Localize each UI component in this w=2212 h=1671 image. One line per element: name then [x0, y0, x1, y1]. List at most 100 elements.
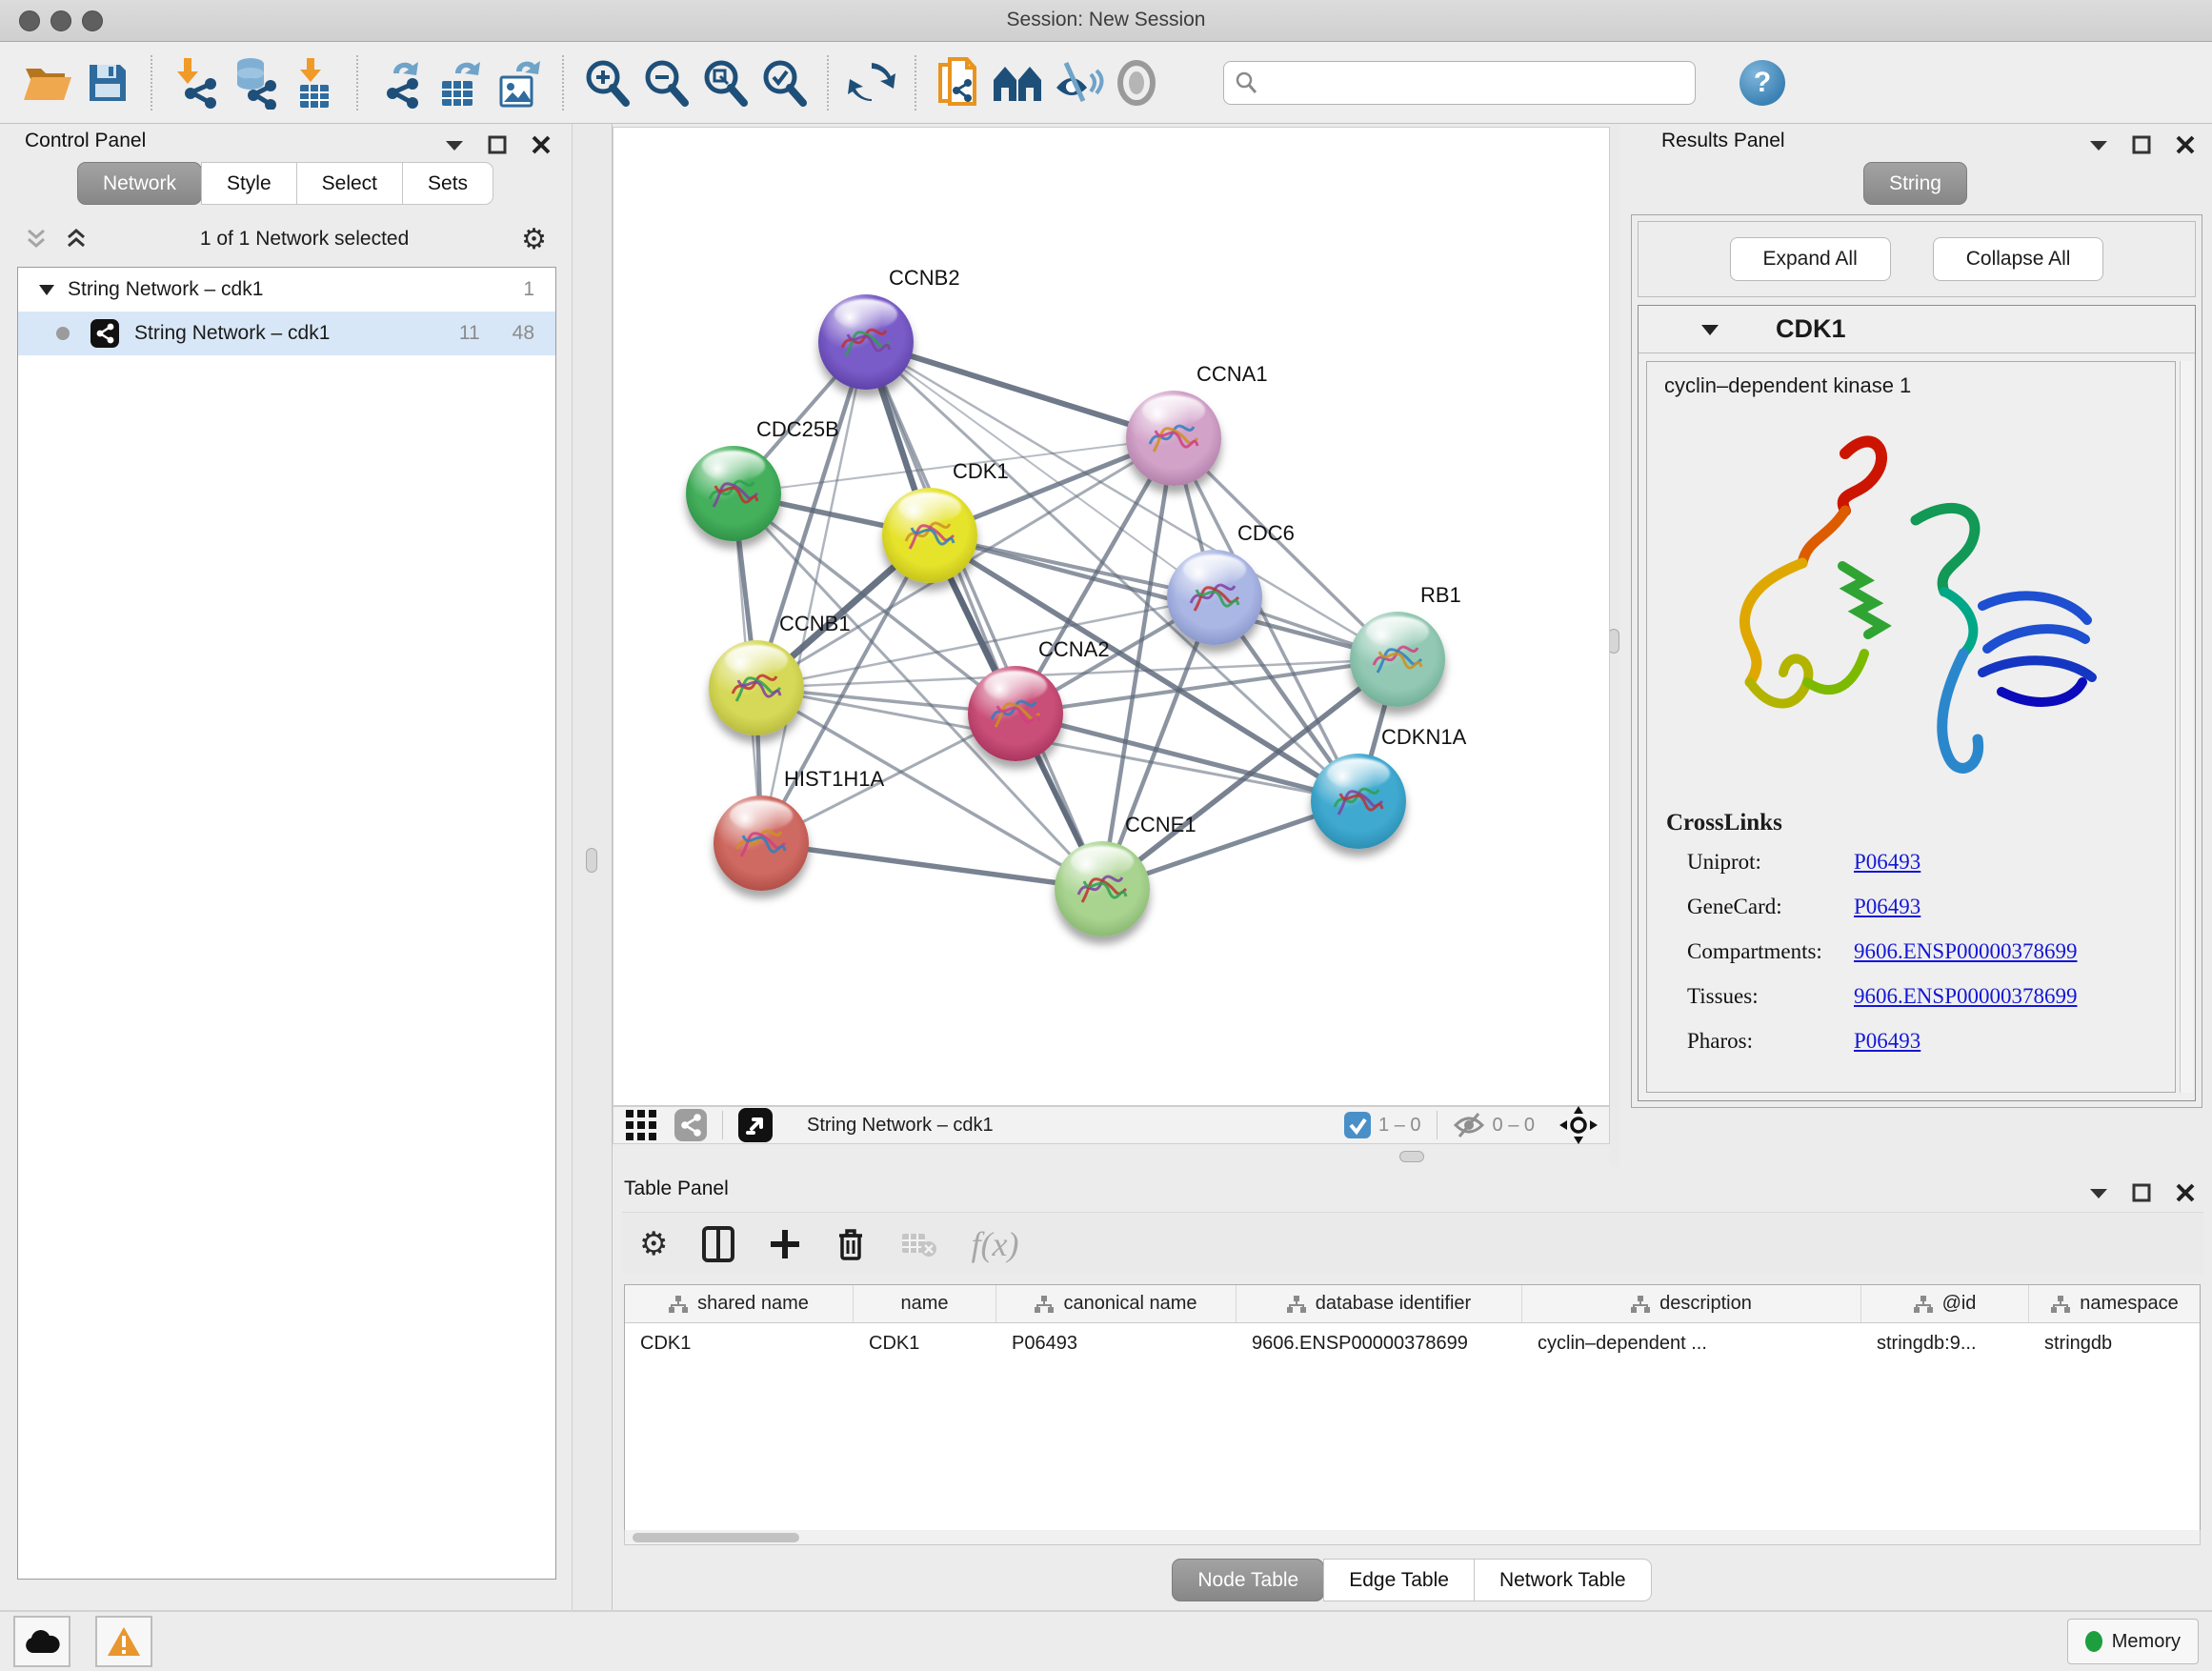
import-table-button[interactable]: [284, 53, 343, 112]
tab-network-table[interactable]: Network Table: [1474, 1559, 1652, 1601]
panel-caret-icon[interactable]: [2090, 139, 2107, 151]
copy-document-button[interactable]: [930, 53, 989, 112]
uniprot-link[interactable]: P06493: [1854, 850, 1920, 875]
close-panel-icon[interactable]: [2176, 1183, 2195, 1202]
column-header-namespace[interactable]: namespace: [2029, 1285, 2201, 1322]
string-view-icon[interactable]: [674, 1109, 707, 1141]
collapse-all-button[interactable]: Collapse All: [1933, 237, 2104, 281]
network-node-CDK1[interactable]: [882, 488, 977, 583]
tab-select[interactable]: Select: [296, 162, 403, 205]
column-header-description[interactable]: description: [1522, 1285, 1861, 1322]
column-header-database-identifier[interactable]: database identifier: [1237, 1285, 1522, 1322]
add-column-icon[interactable]: [769, 1228, 801, 1260]
help-button[interactable]: ?: [1739, 60, 1785, 106]
panel-caret-icon[interactable]: [2090, 1187, 2107, 1198]
tab-node-table[interactable]: Node Table: [1172, 1559, 1324, 1601]
gene-expander-icon[interactable]: [1701, 324, 1719, 335]
splitter-handle[interactable]: [586, 848, 597, 873]
float-panel-icon[interactable]: [488, 135, 507, 154]
tab-style[interactable]: Style: [201, 162, 297, 205]
hide-details-button[interactable]: [1048, 53, 1107, 112]
selected-checkbox-icon[interactable]: [1344, 1112, 1371, 1138]
horizontal-splitter-handle[interactable]: [1399, 1151, 1424, 1162]
table-cell[interactable]: P06493: [996, 1323, 1237, 1363]
search-input[interactable]: [1258, 70, 1685, 94]
table-row[interactable]: CDK1CDK1P064939606.ENSP00000378699cyclin…: [625, 1323, 2200, 1363]
show-eye-button[interactable]: [1107, 53, 1166, 112]
column-header--id[interactable]: @id: [1861, 1285, 2029, 1322]
collapse-all-icon[interactable]: [25, 229, 48, 250]
network-node-CDC25B[interactable]: [686, 446, 781, 541]
genecard-link[interactable]: P06493: [1854, 895, 1920, 919]
zoom-in-button[interactable]: [577, 53, 636, 112]
float-panel-icon[interactable]: [2132, 135, 2151, 154]
network-node-CCNA2[interactable]: [968, 666, 1063, 761]
panel-caret-icon[interactable]: [446, 139, 463, 151]
network-row[interactable]: String Network – cdk1 11 48: [18, 312, 555, 355]
delete-column-icon[interactable]: [835, 1226, 866, 1262]
network-node-CDKN1A[interactable]: [1311, 754, 1406, 849]
column-header-name[interactable]: name: [854, 1285, 996, 1322]
table-cell[interactable]: CDK1: [854, 1323, 996, 1363]
tab-edge-table[interactable]: Edge Table: [1323, 1559, 1475, 1601]
tissues-link[interactable]: 9606.ENSP00000378699: [1854, 984, 2078, 1009]
cloud-status-button[interactable]: [13, 1616, 70, 1667]
grid-view-icon[interactable]: [625, 1109, 657, 1141]
warnings-button[interactable]: [95, 1616, 152, 1667]
pharos-link[interactable]: P06493: [1854, 1029, 1920, 1054]
results-scrollbar[interactable]: [2180, 361, 2193, 1093]
network-options-gear-icon[interactable]: ⚙: [521, 223, 547, 256]
table-options-gear-icon[interactable]: ⚙: [639, 1225, 668, 1263]
network-overview-button[interactable]: [989, 53, 1048, 112]
column-header-shared-name[interactable]: shared name: [625, 1285, 854, 1322]
tree-expander-icon[interactable]: [39, 285, 54, 295]
compartments-link[interactable]: 9606.ENSP00000378699: [1854, 939, 2078, 964]
network-node-CDC6[interactable]: [1167, 550, 1262, 645]
export-image-button[interactable]: [490, 53, 549, 112]
save-session-button[interactable]: [78, 53, 137, 112]
hidden-eye-icon[interactable]: [1453, 1111, 1485, 1139]
table-cell[interactable]: cyclin–dependent ...: [1522, 1323, 1861, 1363]
show-columns-icon[interactable]: [702, 1226, 734, 1262]
network-node-CCNE1[interactable]: [1055, 841, 1150, 936]
network-node-RB1[interactable]: [1350, 612, 1445, 707]
gene-header-row[interactable]: CDK1: [1639, 306, 2195, 353]
zoom-out-button[interactable]: [636, 53, 695, 112]
table-cell[interactable]: 9606.ENSP00000378699: [1237, 1323, 1522, 1363]
export-table-button[interactable]: [431, 53, 490, 112]
network-edge-HIST1H1A-CCNE1[interactable]: [761, 843, 1102, 889]
expand-all-icon[interactable]: [65, 229, 88, 250]
network-canvas[interactable]: CCNB2CCNA1CDC25BCDK1CDC6RB1CCNB1CCNA2CDK…: [613, 127, 1610, 1106]
birdseye-view-icon[interactable]: [738, 1108, 773, 1142]
table-cell[interactable]: stringdb: [2029, 1323, 2201, 1363]
network-node-HIST1H1A[interactable]: [714, 795, 809, 891]
column-header-canonical-name[interactable]: canonical name: [996, 1285, 1237, 1322]
zoom-selected-button[interactable]: [754, 53, 814, 112]
scrollbar-thumb[interactable]: [633, 1533, 799, 1542]
table-cell[interactable]: CDK1: [625, 1323, 854, 1363]
import-network-button[interactable]: [166, 53, 225, 112]
memory-button[interactable]: Memory: [2067, 1619, 2199, 1664]
tab-sets[interactable]: Sets: [402, 162, 493, 205]
import-database-button[interactable]: [225, 53, 284, 112]
left-splitter[interactable]: [572, 124, 613, 1610]
zoom-fit-button[interactable]: [695, 53, 754, 112]
tab-network[interactable]: Network: [77, 162, 202, 205]
tab-string-results[interactable]: String: [1863, 162, 1967, 205]
refresh-layout-button[interactable]: [842, 53, 901, 112]
table-hscrollbar[interactable]: [624, 1530, 2201, 1545]
export-network-button[interactable]: [372, 53, 431, 112]
open-session-button[interactable]: [19, 53, 78, 112]
float-panel-icon[interactable]: [2132, 1183, 2151, 1202]
expand-all-button[interactable]: Expand All: [1730, 237, 1891, 281]
network-edge-CCNB2-CCNE1[interactable]: [866, 342, 1102, 889]
close-panel-icon[interactable]: [2176, 135, 2195, 154]
table-cell[interactable]: stringdb:9...: [1861, 1323, 2029, 1363]
network-node-CCNA1[interactable]: [1126, 391, 1221, 486]
close-panel-icon[interactable]: [532, 135, 551, 154]
network-node-CCNB1[interactable]: [709, 640, 804, 735]
right-splitter[interactable]: [1610, 124, 1619, 1167]
pan-crosshair-icon[interactable]: [1559, 1106, 1598, 1144]
network-node-CCNB2[interactable]: [818, 294, 914, 390]
network-collection-row[interactable]: String Network – cdk1 1: [18, 268, 555, 312]
